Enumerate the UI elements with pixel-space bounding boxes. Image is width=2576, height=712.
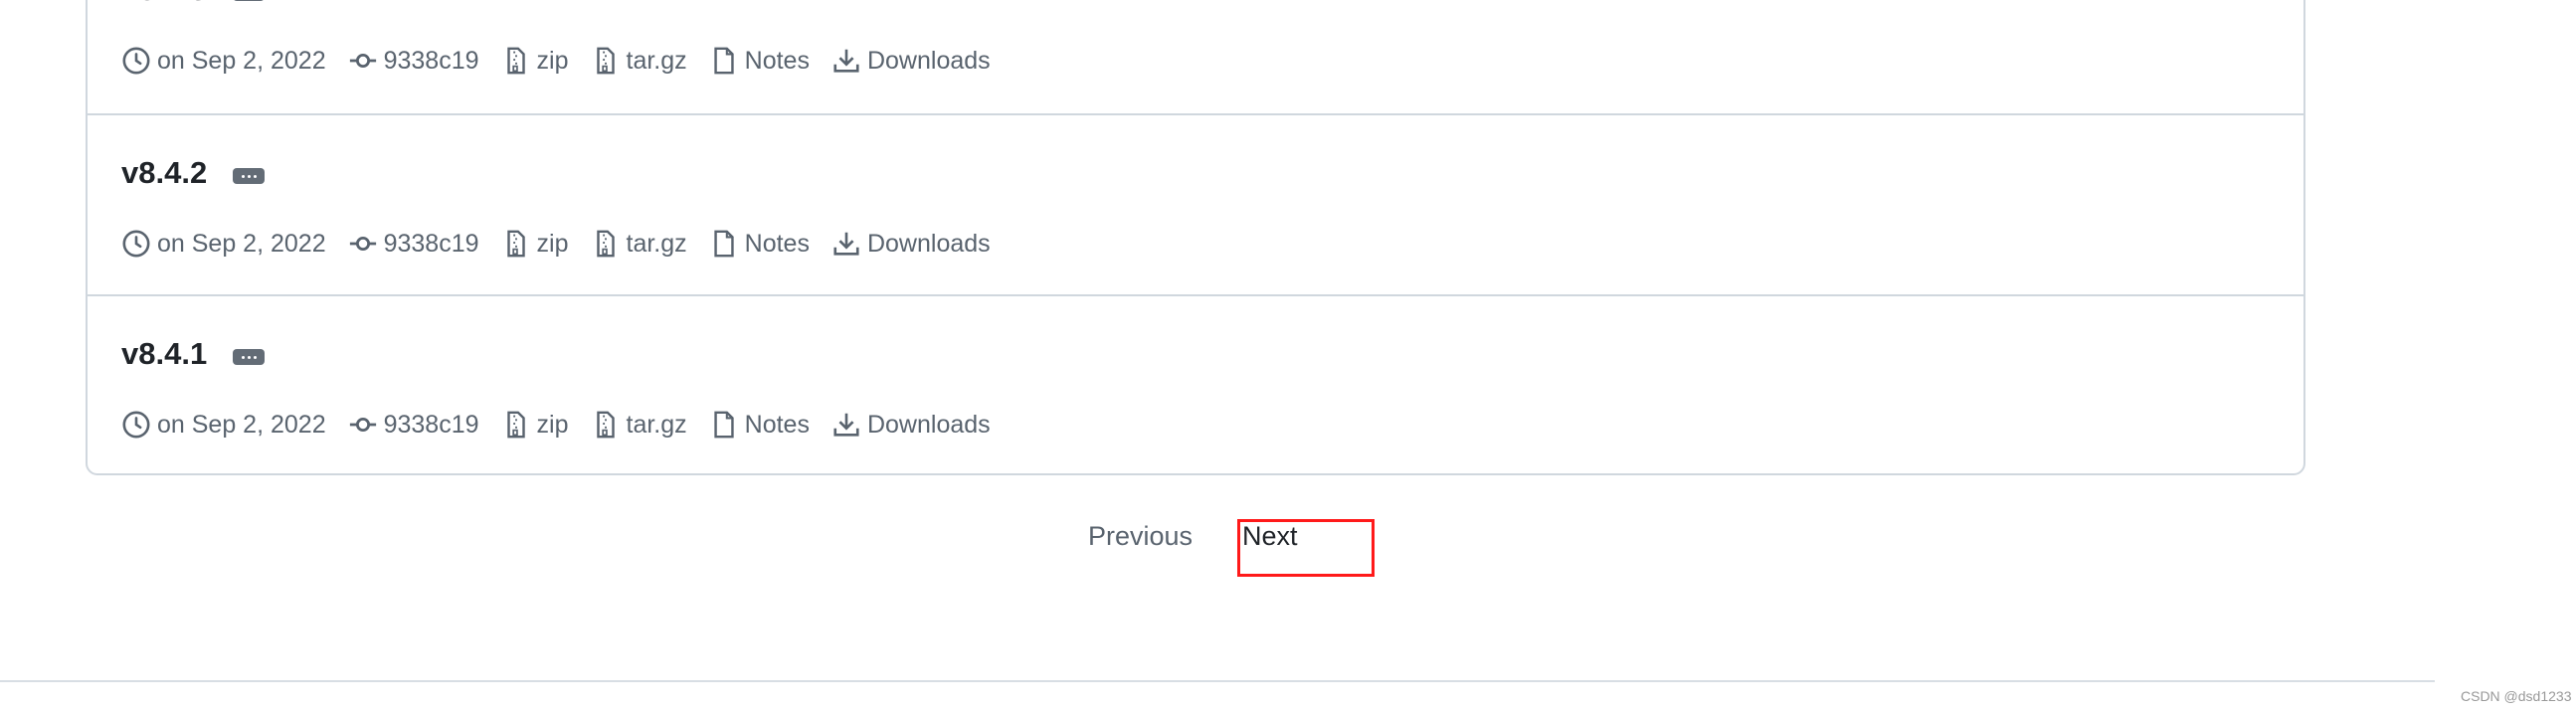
more-options-button[interactable] <box>233 349 266 365</box>
targz-download-link[interactable]: tar.gz <box>591 45 687 77</box>
watermark: CSDN @dsd1233 <box>2461 688 2572 704</box>
downloads-link[interactable]: Downloads <box>831 228 991 260</box>
release-meta: on Sep 2, 2022 9338c19 zip tar.gz Notes … <box>121 228 1012 260</box>
notes-link[interactable]: Notes <box>709 409 810 441</box>
file-zip-icon <box>506 411 525 439</box>
release-meta: on Sep 2, 2022 9338c19 zip tar.gz Notes … <box>121 45 1012 77</box>
release-date: on Sep 2, 2022 <box>121 45 326 77</box>
highlight-box <box>1237 519 1375 577</box>
zip-label[interactable]: zip <box>537 47 569 76</box>
more-options-button[interactable] <box>233 168 266 184</box>
zip-download-link[interactable]: zip <box>501 228 569 260</box>
commit-link[interactable]: 9338c19 <box>348 45 479 77</box>
notes-label[interactable]: Notes <box>745 230 810 259</box>
download-icon <box>833 232 859 256</box>
commit-link[interactable]: 9338c19 <box>348 409 479 441</box>
file-icon <box>714 230 734 258</box>
release-tag-link[interactable]: v8.4.3 <box>121 0 207 8</box>
downloads-link[interactable]: Downloads <box>831 45 991 77</box>
previous-page-button[interactable]: Previous <box>1088 521 1193 552</box>
release-date: on Sep 2, 2022 <box>121 409 326 441</box>
releases-list: v8.4.3 on Sep 2, 2022 9338c19 zip tar.gz <box>86 0 2305 475</box>
commit-link[interactable]: 9338c19 <box>348 228 479 260</box>
git-commit-icon <box>349 53 376 69</box>
git-commit-icon <box>349 417 376 433</box>
targz-label[interactable]: tar.gz <box>627 411 687 440</box>
notes-label[interactable]: Notes <box>745 47 810 76</box>
zip-label[interactable]: zip <box>537 411 569 440</box>
file-zip-icon <box>596 411 615 439</box>
footer-divider <box>0 680 2435 682</box>
clock-icon <box>122 230 150 258</box>
release-tag-link[interactable]: v8.4.2 <box>121 155 207 191</box>
notes-link[interactable]: Notes <box>709 228 810 260</box>
git-commit-icon <box>349 236 376 252</box>
file-zip-icon <box>596 230 615 258</box>
zip-download-link[interactable]: zip <box>501 409 569 441</box>
release-tag-link[interactable]: v8.4.1 <box>121 336 207 372</box>
notes-label[interactable]: Notes <box>745 411 810 440</box>
release-date: on Sep 2, 2022 <box>121 228 326 260</box>
date-text: on Sep 2, 2022 <box>157 410 326 439</box>
release-row: v8.4.3 on Sep 2, 2022 9338c19 zip tar.gz <box>88 0 2303 113</box>
release-meta: on Sep 2, 2022 9338c19 zip tar.gz Notes … <box>121 409 1012 441</box>
file-icon <box>714 411 734 439</box>
file-zip-icon <box>506 230 525 258</box>
release-row: v8.4.2 on Sep 2, 2022 9338c19 zip tar.gz <box>88 113 2303 296</box>
release-row: v8.4.1 on Sep 2, 2022 9338c19 zip tar.gz <box>88 294 2303 477</box>
download-icon <box>833 413 859 437</box>
downloads-label[interactable]: Downloads <box>867 47 991 76</box>
notes-link[interactable]: Notes <box>709 45 810 77</box>
file-icon <box>714 47 734 75</box>
zip-download-link[interactable]: zip <box>501 45 569 77</box>
date-text: on Sep 2, 2022 <box>157 229 326 258</box>
download-icon <box>833 49 859 73</box>
downloads-link[interactable]: Downloads <box>831 409 991 441</box>
downloads-label[interactable]: Downloads <box>867 411 991 440</box>
commit-hash[interactable]: 9338c19 <box>384 230 479 259</box>
zip-label[interactable]: zip <box>537 230 569 259</box>
downloads-label[interactable]: Downloads <box>867 230 991 259</box>
targz-download-link[interactable]: tar.gz <box>591 228 687 260</box>
file-zip-icon <box>506 47 525 75</box>
targz-label[interactable]: tar.gz <box>627 230 687 259</box>
file-zip-icon <box>596 47 615 75</box>
clock-icon <box>122 47 150 75</box>
release-title: v8.4.2 <box>121 155 266 191</box>
release-title: v8.4.3 <box>121 0 266 8</box>
targz-label[interactable]: tar.gz <box>627 47 687 76</box>
targz-download-link[interactable]: tar.gz <box>591 409 687 441</box>
clock-icon <box>122 411 150 439</box>
commit-hash[interactable]: 9338c19 <box>384 411 479 440</box>
release-title: v8.4.1 <box>121 336 266 372</box>
more-options-button[interactable] <box>233 0 266 1</box>
commit-hash[interactable]: 9338c19 <box>384 47 479 76</box>
date-text: on Sep 2, 2022 <box>157 46 326 75</box>
